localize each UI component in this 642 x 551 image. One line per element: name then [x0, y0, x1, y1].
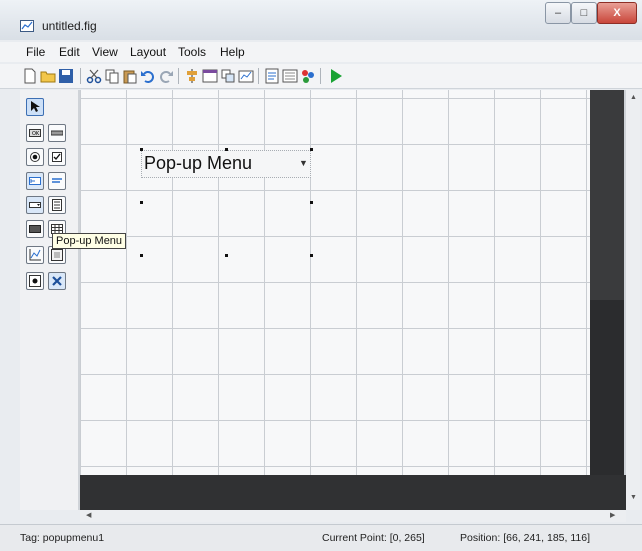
toolbar — [0, 64, 642, 89]
static-text-icon — [52, 178, 62, 183]
scroll-up-icon[interactable]: ▲ — [630, 94, 637, 101]
scroll-down-icon[interactable]: ▼ — [630, 494, 637, 501]
run-icon[interactable] — [328, 68, 344, 84]
selection-handle[interactable] — [140, 201, 143, 204]
button-group-icon — [29, 275, 41, 287]
minimize-button[interactable]: – — [545, 2, 571, 24]
menu-edit[interactable]: Edit — [59, 45, 80, 59]
toggle-button-tool[interactable] — [26, 220, 44, 238]
listbox-icon — [52, 199, 62, 211]
select-tool-icon — [31, 101, 40, 112]
activex-control-icon — [52, 276, 62, 286]
button-group-tool[interactable] — [26, 272, 44, 290]
property-inspector-icon[interactable] — [282, 68, 298, 84]
guide-window: untitled.fig – □ X File Edit View Layout… — [0, 0, 642, 551]
canvas-bottom-region — [80, 475, 626, 510]
toolbar-separator — [178, 68, 179, 84]
save-icon[interactable] — [58, 68, 74, 84]
minimize-icon: – — [554, 7, 562, 19]
static-text-tool[interactable] — [48, 172, 66, 190]
figure-canvas[interactable] — [80, 90, 590, 475]
redo-icon[interactable] — [158, 68, 174, 84]
menu-help[interactable]: Help — [220, 45, 245, 59]
axes-tool[interactable] — [26, 246, 44, 264]
close-icon: X — [613, 7, 621, 19]
selection-handle[interactable] — [225, 148, 228, 151]
toggle-button-icon — [29, 225, 41, 233]
menu-tools[interactable]: Tools — [178, 45, 206, 59]
toolbar-editor-icon[interactable] — [238, 68, 254, 84]
selection-handle[interactable] — [140, 254, 143, 257]
menu-view[interactable]: View — [92, 45, 118, 59]
popup-menu-label: Pop-up Menu — [144, 153, 253, 173]
figure-file-icon — [20, 20, 34, 32]
toolbar-separator — [80, 68, 81, 84]
m-file-editor-icon[interactable] — [264, 68, 280, 84]
toolbar-separator — [320, 68, 321, 84]
undo-icon[interactable] — [140, 68, 156, 84]
selection-handle[interactable] — [140, 148, 143, 151]
popup-menu-icon — [29, 202, 41, 208]
canvas-resize-region-lower — [590, 300, 624, 475]
push-button-icon: OK — [29, 129, 41, 137]
tab-order-icon[interactable] — [220, 68, 236, 84]
selection-handle[interactable] — [310, 254, 313, 257]
radio-button-tool[interactable] — [26, 148, 44, 166]
status-current-point: Current Point: [0, 265] — [322, 532, 425, 544]
slider-icon — [51, 130, 63, 136]
checkbox-tool[interactable] — [48, 148, 66, 166]
toolbar-separator — [258, 68, 259, 84]
object-browser-icon[interactable] — [300, 68, 316, 84]
slider-tool[interactable] — [48, 124, 66, 142]
menu-layout[interactable]: Layout — [130, 45, 166, 59]
close-button[interactable]: X — [597, 2, 637, 24]
status-bar: Tag: popupmenu1 Current Point: [0, 265] … — [0, 524, 642, 551]
edit-text-icon — [29, 177, 41, 185]
maximize-icon: □ — [580, 7, 588, 19]
status-position: Position: [66, 241, 185, 116] — [460, 532, 590, 544]
popup-menu-tool[interactable] — [26, 196, 44, 214]
radio-button-icon — [30, 152, 40, 162]
scroll-left-icon[interactable]: ◀ — [86, 511, 91, 519]
select-tool-button[interactable] — [26, 98, 44, 116]
checkbox-icon — [52, 152, 62, 162]
push-button-tool[interactable]: OK — [26, 124, 44, 142]
title-bar: untitled.fig – □ X — [0, 0, 642, 40]
menu-file[interactable]: File — [26, 45, 45, 59]
selection-handle[interactable] — [225, 254, 228, 257]
edit-text-tool[interactable] — [26, 172, 44, 190]
window-title: untitled.fig — [42, 19, 97, 33]
dropdown-arrow-icon: ▼ — [299, 158, 308, 168]
panel-icon — [51, 249, 63, 261]
align-icon[interactable] — [184, 68, 200, 84]
activex-control-tool[interactable] — [48, 272, 66, 290]
selection-handle[interactable] — [310, 201, 313, 204]
new-icon[interactable] — [22, 68, 38, 84]
vertical-scrollbar[interactable]: ▲ ▼ — [626, 90, 640, 510]
copy-icon[interactable] — [104, 68, 120, 84]
horizontal-scrollbar[interactable]: ◀ ▶ — [80, 510, 626, 522]
open-icon[interactable] — [40, 68, 56, 84]
svg-text:OK: OK — [32, 131, 40, 137]
tooltip: Pop-up Menu — [52, 233, 127, 249]
menu-editor-icon[interactable] — [202, 68, 218, 84]
selection-handle[interactable] — [310, 148, 313, 151]
scroll-right-icon[interactable]: ▶ — [610, 511, 615, 519]
component-palette: OK — [20, 90, 78, 510]
axes-icon — [29, 249, 41, 261]
cut-icon[interactable] — [86, 68, 102, 84]
listbox-tool[interactable] — [48, 196, 66, 214]
menu-bar: File Edit View Layout Tools Help — [0, 42, 642, 62]
popup-menu-component[interactable]: Pop-up Menu ▼ — [141, 150, 311, 178]
maximize-button[interactable]: □ — [571, 2, 597, 24]
status-tag: Tag: popupmenu1 — [20, 532, 105, 544]
paste-icon[interactable] — [122, 68, 138, 84]
